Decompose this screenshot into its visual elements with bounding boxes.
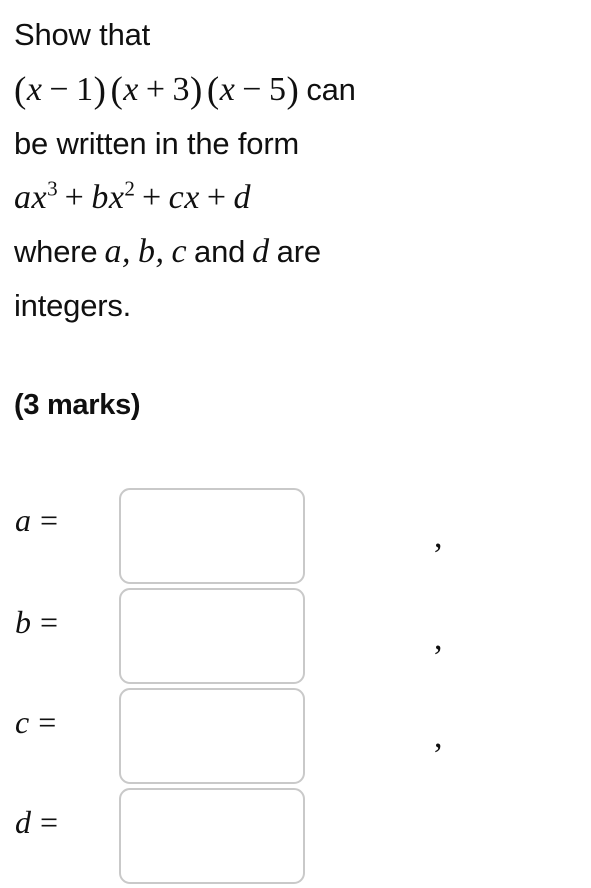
factor2-close-paren: ) [190, 70, 203, 111]
answer-row-d: d = [0, 788, 591, 888]
line5-variable-a: a [104, 233, 122, 270]
factor2-open-paren: ( [110, 70, 124, 111]
answer-label-c: c = [15, 704, 56, 741]
line5-comma-1: , [121, 233, 131, 270]
line5-variable-d: d [252, 233, 270, 270]
line5-variable-c: c [171, 233, 188, 270]
answer-row-a: a = , [0, 488, 591, 588]
factor2-variable: x [123, 71, 139, 108]
term3-variable: x [184, 179, 200, 216]
line5-prefix: where [14, 234, 98, 269]
answer-label-d-variable: d [15, 804, 31, 840]
question-line-5: where a, b, c and d are [14, 225, 591, 279]
factor1-operator: − [49, 71, 70, 108]
answer-label-c-equals: = [38, 704, 57, 740]
question-line-3-text: be written in the form [14, 126, 300, 161]
line5-middle-text: and [194, 234, 246, 269]
term1-exponent: 3 [47, 176, 58, 201]
term4-constant: d [233, 179, 252, 216]
question-line-6-text: integers. [14, 288, 132, 323]
answer-label-d-equals: = [40, 804, 59, 840]
factor1-close-paren: ) [93, 70, 107, 111]
answer-label-b-variable: b [15, 604, 31, 640]
answer-label-a-equals: = [40, 502, 59, 538]
term2-coefficient: b [91, 179, 109, 216]
factor2-operator: + [145, 71, 166, 108]
line5-comma-2: , [155, 233, 165, 270]
factor3-open-paren: ( [206, 70, 220, 111]
term3-coefficient: c [168, 179, 185, 216]
answer-fields-group: a = , b = , c = , d = [0, 488, 591, 888]
answer-label-a: a = [15, 502, 58, 539]
factor3-close-paren: ) [286, 70, 300, 111]
question-line-4: ax3 + bx2 + cx + d [14, 171, 591, 225]
factor1-variable: x [26, 71, 43, 108]
question-line-2-trailing-text: can [306, 72, 356, 107]
answer-row-b: b = , [0, 588, 591, 688]
term2-exponent: 2 [124, 176, 135, 201]
question-text: Show that (x −1) (x +3) (x −5) can be written … [14, 8, 591, 333]
term1-coefficient: a [14, 179, 32, 216]
answer-separator-a: , [434, 518, 443, 555]
answer-label-b-equals: = [40, 604, 59, 640]
answer-input-a[interactable] [119, 488, 305, 584]
answer-input-c[interactable] [119, 688, 305, 784]
cubic-form-expression: ax3 + bx2 + cx + d [14, 176, 252, 216]
cubic-operator-1: + [64, 179, 85, 216]
question-line-2: (x −1) (x +3) (x −5) can [14, 62, 591, 117]
line5-suffix-text: are [276, 234, 321, 269]
line5-variable-b: b [137, 233, 156, 270]
answer-label-c-variable: c [15, 704, 30, 740]
question-line-3: be written in the form [14, 117, 591, 171]
factor2-number: 3 [172, 71, 191, 108]
question-line-1: Show that [14, 8, 591, 62]
answer-input-d[interactable] [119, 788, 305, 884]
answer-label-b: b = [15, 604, 58, 641]
factor3-number: 5 [268, 71, 287, 108]
answer-input-b[interactable] [119, 588, 305, 684]
term2-variable: x [108, 179, 125, 216]
answer-separator-c: , [434, 718, 443, 755]
cubic-operator-3: + [206, 179, 227, 216]
factor3-operator: − [242, 71, 262, 108]
factored-expression: (x −1) (x +3) (x −5) [14, 70, 300, 111]
question-line-6: integers. [14, 279, 591, 333]
answer-separator-b: , [434, 620, 443, 657]
question-line-1-text: Show that [14, 17, 151, 52]
factor3-variable: x [219, 71, 236, 108]
answer-label-d: d = [15, 804, 58, 841]
factor1-number: 1 [76, 71, 94, 108]
cubic-operator-2: + [141, 179, 162, 216]
term1-variable: x [31, 179, 48, 216]
marks-label: (3 marks) [14, 389, 141, 421]
answer-row-c: c = , [0, 688, 591, 788]
answer-label-a-variable: a [15, 502, 31, 538]
factor1-open-paren: ( [14, 70, 27, 111]
